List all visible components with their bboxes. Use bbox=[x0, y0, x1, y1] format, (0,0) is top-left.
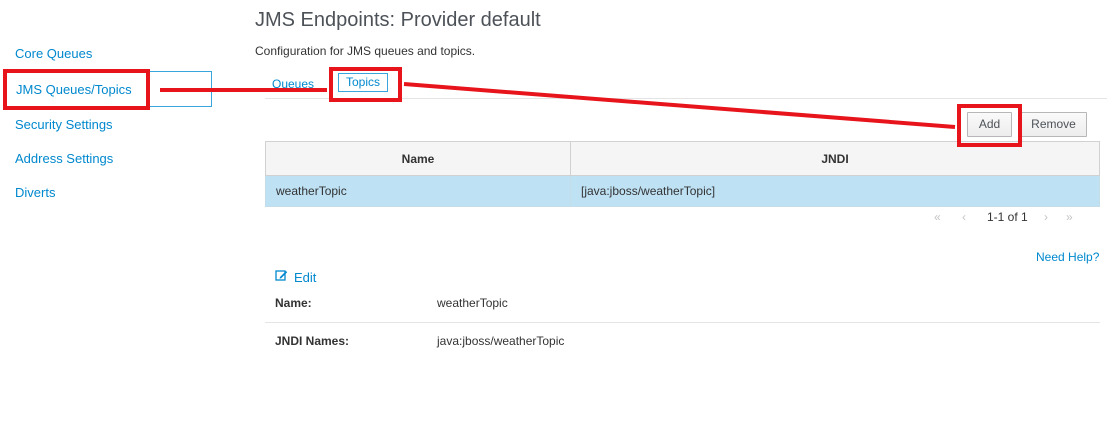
cell-name[interactable]: weatherTopic bbox=[265, 175, 571, 207]
detail-divider bbox=[265, 322, 1100, 323]
table-header-row: Name JNDI bbox=[265, 141, 1100, 176]
remove-button[interactable]: Remove bbox=[1020, 112, 1087, 137]
tab-queues[interactable]: Queues bbox=[272, 77, 314, 91]
table-row[interactable]: weatherTopic [java:jboss/weatherTopic] bbox=[265, 175, 1100, 207]
page-title: JMS Endpoints: Provider default bbox=[255, 9, 541, 31]
edit-link[interactable]: Edit bbox=[275, 269, 316, 285]
tab-topics[interactable]: Topics bbox=[338, 73, 389, 92]
edit-icon bbox=[275, 269, 288, 285]
column-header-name[interactable]: Name bbox=[265, 141, 571, 176]
pager-prev-icon[interactable]: ‹ bbox=[962, 210, 966, 224]
sidebar-item-core-queues[interactable]: Core Queues bbox=[15, 46, 92, 61]
page-description: Configuration for JMS queues and topics. bbox=[255, 44, 476, 58]
detail-jndi-label: JNDI Names: bbox=[275, 334, 350, 348]
sidebar-item-diverts[interactable]: Diverts bbox=[15, 185, 55, 200]
detail-name-label: Name: bbox=[275, 296, 312, 310]
pager-next-icon[interactable]: › bbox=[1044, 210, 1048, 224]
add-button[interactable]: Add bbox=[967, 112, 1012, 137]
detail-name-value: weatherTopic bbox=[437, 296, 508, 310]
pager-first-icon[interactable]: « bbox=[934, 210, 941, 224]
pager-last-icon[interactable]: » bbox=[1066, 210, 1073, 224]
tabs-divider bbox=[265, 98, 1107, 99]
column-header-jndi[interactable]: JNDI bbox=[570, 141, 1100, 176]
need-help-link[interactable]: Need Help? bbox=[1036, 250, 1099, 264]
annotation-line-tab-to-add bbox=[403, 82, 956, 129]
sidebar-item-security-settings[interactable]: Security Settings bbox=[15, 117, 113, 132]
detail-jndi-value: java:jboss/weatherTopic bbox=[437, 334, 565, 348]
sidebar-item-jms-queues-topics[interactable]: JMS Queues/Topics bbox=[5, 71, 212, 107]
topics-table: Name JNDI weatherTopic [java:jboss/weath… bbox=[265, 141, 1100, 207]
pager-status: 1-1 of 1 bbox=[987, 210, 1028, 224]
cell-jndi[interactable]: [java:jboss/weatherTopic] bbox=[570, 175, 1100, 207]
edit-label[interactable]: Edit bbox=[294, 270, 316, 285]
sidebar-item-address-settings[interactable]: Address Settings bbox=[15, 151, 113, 166]
